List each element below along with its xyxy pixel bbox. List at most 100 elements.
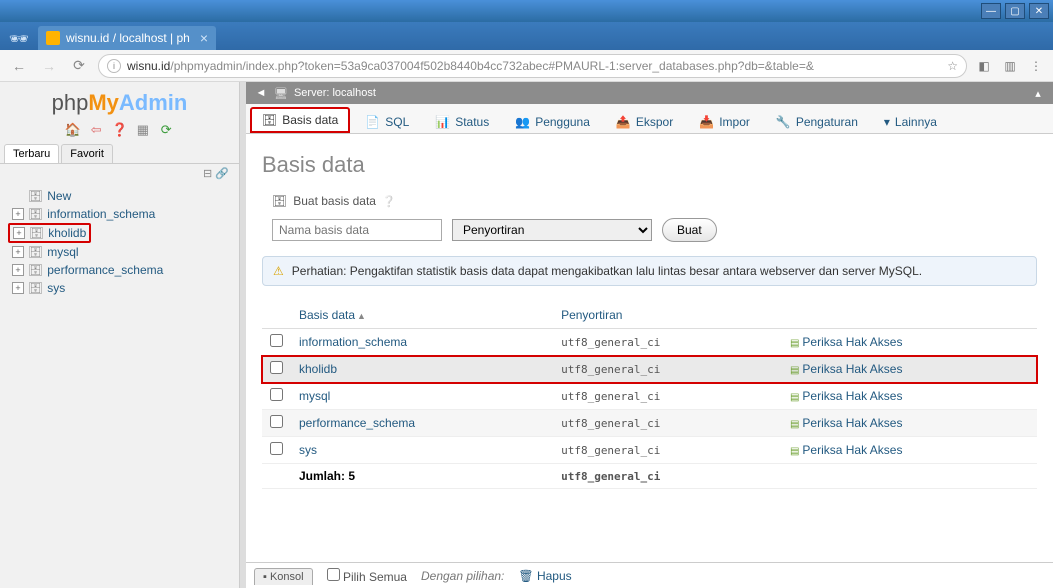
reload-icon[interactable]: ⟳ (158, 122, 174, 138)
db-link[interactable]: kholidb (299, 362, 337, 376)
tab-import[interactable]: 📥Impor (688, 110, 761, 133)
menu-icon[interactable]: ⋮ (1027, 57, 1045, 75)
select-all-checkbox[interactable] (327, 568, 340, 581)
expand-icon[interactable]: + (13, 227, 25, 239)
forward-button[interactable]: → (38, 55, 60, 77)
expand-icon[interactable]: + (12, 208, 24, 220)
row-checkbox[interactable] (270, 442, 283, 455)
tree-item-highlighted[interactable]: + 🗄 kholidb (8, 223, 91, 243)
sidebar-tab-favorite[interactable]: Favorit (61, 144, 113, 163)
priv-icon: ▤ (790, 338, 799, 349)
db-name-input[interactable] (272, 219, 442, 241)
back-button[interactable]: ← (8, 55, 30, 77)
tab-sql[interactable]: 📄SQL (354, 110, 420, 133)
collation: utf8_general_ci (553, 329, 782, 356)
notice-text: Perhatian: Pengaktifan statistik basis d… (292, 264, 922, 278)
close-button[interactable]: ✕ (1029, 3, 1049, 19)
tab-status[interactable]: 📊Status (424, 110, 500, 133)
tab-title: wisnu.id / localhost | ph (66, 31, 190, 45)
page-title: Basis data (262, 152, 1037, 178)
priv-link[interactable]: Periksa Hak Akses (802, 416, 902, 430)
server-icon: 🖥 (274, 87, 288, 100)
collapse-left-icon[interactable]: ◄ (254, 87, 268, 99)
tab-settings[interactable]: 🔧Pengaturan (765, 110, 869, 133)
collapse-icon[interactable]: ⊟ (203, 168, 212, 180)
docs-icon[interactable]: ❓ (112, 122, 128, 138)
window-titlebar: — ▢ ✕ (0, 0, 1053, 22)
minimize-button[interactable]: — (981, 3, 1001, 19)
db-tree: 🗄 New + 🗄 information_schema + 🗄 kholidb… (0, 183, 239, 301)
row-checkbox[interactable] (270, 388, 283, 401)
create-button[interactable]: Buat (662, 218, 717, 242)
expand-icon[interactable]: + (12, 264, 24, 276)
sql-icon[interactable]: ▦ (135, 122, 151, 138)
table-row[interactable]: information_schema utf8_general_ci ▤Peri… (262, 329, 1037, 356)
table-row-highlighted[interactable]: kholidb utf8_general_ci ▤Periksa Hak Aks… (262, 356, 1037, 383)
tree-label: mysql (47, 245, 78, 259)
priv-link[interactable]: Periksa Hak Akses (802, 389, 902, 403)
tab-close-icon[interactable]: × (200, 30, 208, 46)
priv-icon: ▤ (790, 392, 799, 403)
collapse-up-icon[interactable]: ▴ (1031, 87, 1045, 100)
tree-item[interactable]: + 🗄 sys (8, 279, 239, 297)
bookmark-star-icon[interactable]: ☆ (947, 59, 958, 73)
tab-databases[interactable]: 🗄Basis data (250, 107, 350, 133)
sidebar-tab-recent[interactable]: Terbaru (4, 144, 59, 163)
select-all[interactable]: Pilih Semua (327, 568, 407, 584)
logo-my: My (88, 90, 119, 115)
sidebar-tabs: Terbaru Favorit (0, 144, 239, 164)
db-link[interactable]: information_schema (299, 335, 407, 349)
logout-icon[interactable]: ⇦ (88, 122, 104, 138)
pma-logo[interactable]: phpMyAdmin (0, 82, 239, 120)
col-database[interactable]: Basis data▲ (291, 302, 553, 329)
reload-button[interactable]: ⟳ (68, 55, 90, 77)
maximize-button[interactable]: ▢ (1005, 3, 1025, 19)
address-field[interactable]: i wisnu.id/phpmyadmin/index.php?token=53… (98, 54, 967, 78)
tree-item[interactable]: + 🗄 mysql (8, 243, 239, 261)
db-link[interactable]: sys (299, 443, 317, 457)
link-icon[interactable]: 🔗 (215, 168, 229, 180)
tree-new-label: New (47, 189, 71, 203)
home-icon[interactable]: 🏠 (65, 122, 81, 138)
tree-item[interactable]: + 🗄 information_schema (8, 205, 239, 223)
row-checkbox[interactable] (270, 361, 283, 374)
tree-new[interactable]: 🗄 New (8, 187, 239, 205)
table-row[interactable]: sys utf8_general_ci ▤Periksa Hak Akses (262, 437, 1037, 464)
sidebar: phpMyAdmin 🏠 ⇦ ❓ ▦ ⟳ Terbaru Favorit ⊟ 🔗… (0, 82, 240, 588)
browser-tabstrip: 🕶 wisnu.id / localhost | ph × (0, 22, 1053, 50)
tab-more[interactable]: ▾Lainnya (873, 110, 948, 133)
db-link[interactable]: mysql (299, 389, 330, 403)
table-row[interactable]: mysql utf8_general_ci ▤Periksa Hak Akses (262, 383, 1037, 410)
extension-icon-2[interactable]: ▥ (1001, 57, 1019, 75)
row-checkbox[interactable] (270, 334, 283, 347)
total-collation: utf8_general_ci (553, 464, 782, 489)
collation: utf8_general_ci (553, 356, 782, 383)
tab-users[interactable]: 👥Pengguna (504, 110, 601, 133)
console-tab[interactable]: ▪ Konsol (254, 568, 313, 585)
logo-php: php (52, 90, 89, 115)
main: ◄ 🖥 Server: localhost ▴ 🗄Basis data 📄SQL… (246, 82, 1053, 588)
col-sort[interactable]: Penyortiran (553, 302, 782, 329)
expand-icon[interactable]: + (12, 282, 24, 294)
priv-link[interactable]: Periksa Hak Akses (802, 335, 902, 349)
server-label[interactable]: Server: localhost (294, 87, 376, 99)
delete-link[interactable]: 🗑 Hapus (518, 569, 571, 583)
help-icon[interactable]: ❔ (382, 195, 396, 208)
browser-tab[interactable]: wisnu.id / localhost | ph × (38, 26, 216, 50)
collation-select[interactable]: Penyortiran (452, 219, 652, 241)
priv-link[interactable]: Periksa Hak Akses (802, 443, 902, 457)
priv-link[interactable]: Periksa Hak Akses (802, 362, 902, 376)
expand-icon[interactable]: + (12, 246, 24, 258)
row-checkbox[interactable] (270, 415, 283, 428)
tree-item[interactable]: + 🗄 performance_schema (8, 261, 239, 279)
table-row[interactable]: performance_schema utf8_general_ci ▤Peri… (262, 410, 1037, 437)
tab-export[interactable]: 📤Ekspor (605, 110, 684, 133)
tree-label: kholidb (48, 226, 86, 240)
create-db-label-row: 🗄 Buat basis data ❔ (272, 194, 1037, 208)
address-bar-row: ← → ⟳ i wisnu.id/phpmyadmin/index.php?to… (0, 50, 1053, 82)
site-info-icon[interactable]: i (107, 59, 121, 73)
db-link[interactable]: performance_schema (299, 416, 415, 430)
extension-icon-1[interactable]: ◧ (975, 57, 993, 75)
db-icon: 🗄 (29, 226, 44, 240)
total-label: Jumlah: 5 (291, 464, 553, 489)
